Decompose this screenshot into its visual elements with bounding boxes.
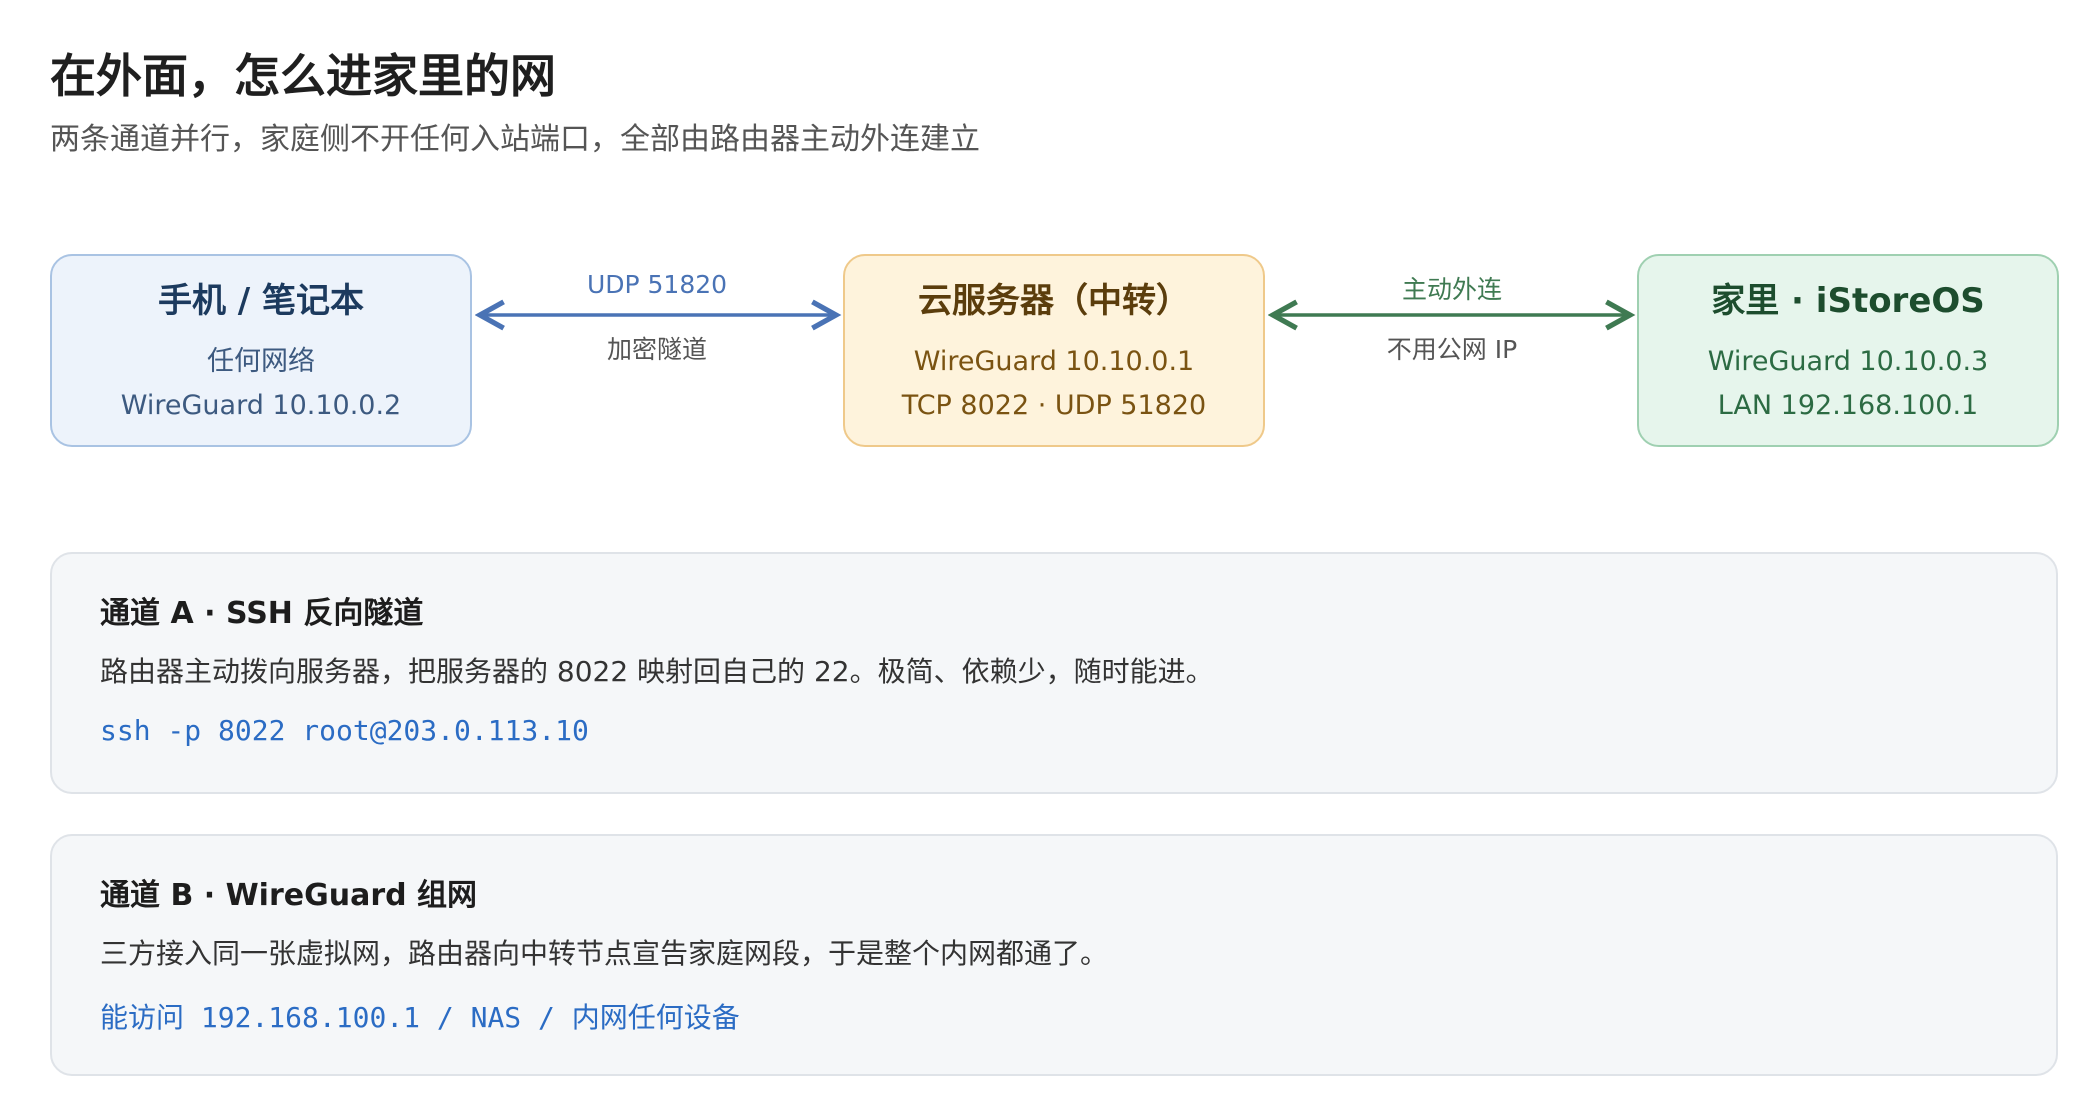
channel-b-title: 通道 B · WireGuard 组网: [100, 878, 478, 913]
channel-a-card: 通道 A · SSH 反向隧道 路由器主动拨向服务器，把服务器的 8022 映射…: [50, 552, 2058, 794]
node-relay-wireguard: WireGuard 10.10.0.1: [913, 346, 1195, 377]
channel-a-command: ssh -p 8022 root@203.0.113.10: [100, 714, 589, 747]
node-home-title: 家里 · iStoreOS: [1711, 281, 1985, 321]
edge-client-relay-top-label: UDP 51820: [586, 270, 728, 299]
channel-b-description: 三方接入同一张虚拟网，路由器向中转节点宣告家庭网段，于是整个内网都通了。: [100, 937, 1109, 970]
node-client-wireguard: WireGuard 10.10.0.2: [120, 390, 402, 421]
channel-b-access-targets: 192.168.100.1 / NAS /: [200, 1001, 555, 1034]
channel-a-title: 通道 A · SSH 反向隧道: [100, 596, 424, 631]
channel-b-access-suffix: 内网任何设备: [571, 1001, 740, 1034]
channel-b-access: 能访问 192.168.100.1 / NAS / 内网任何设备: [100, 996, 2008, 1036]
node-client: 手机 / 笔记本 任何网络 WireGuard 10.10.0.2: [50, 254, 472, 447]
edge-relay-home-bottom-label: 不用公网 IP: [1386, 335, 1518, 364]
node-home-wireguard: WireGuard 10.10.0.3: [1707, 346, 1989, 377]
channel-a-description: 路由器主动拨向服务器，把服务器的 8022 映射回自己的 22。极简、依赖少，随…: [100, 655, 1214, 688]
node-relay-title: 云服务器（中转）: [918, 281, 1190, 321]
node-relay: 云服务器（中转） WireGuard 10.10.0.1 TCP 8022 · …: [843, 254, 1265, 447]
node-client-network: 任何网络: [207, 346, 315, 377]
edge-relay-home-top-label: 主动外连: [1401, 275, 1502, 304]
edge-client-relay-bottom-label: 加密隧道: [606, 335, 707, 364]
channel-b-card: 通道 B · WireGuard 组网 三方接入同一张虚拟网，路由器向中转节点宣…: [50, 834, 2058, 1076]
node-home: 家里 · iStoreOS WireGuard 10.10.0.3 LAN 19…: [1637, 254, 2059, 447]
channel-b-access-prefix: 能访问: [100, 1001, 185, 1034]
page: 在外面，怎么进家里的网 两条通道并行，家庭侧不开任何入站端口，全部由路由器主动外…: [0, 0, 2098, 1118]
node-client-title: 手机 / 笔记本: [157, 281, 365, 321]
node-home-lan: LAN 192.168.100.1: [1717, 390, 1979, 421]
node-relay-ports: TCP 8022 · UDP 51820: [901, 390, 1207, 421]
